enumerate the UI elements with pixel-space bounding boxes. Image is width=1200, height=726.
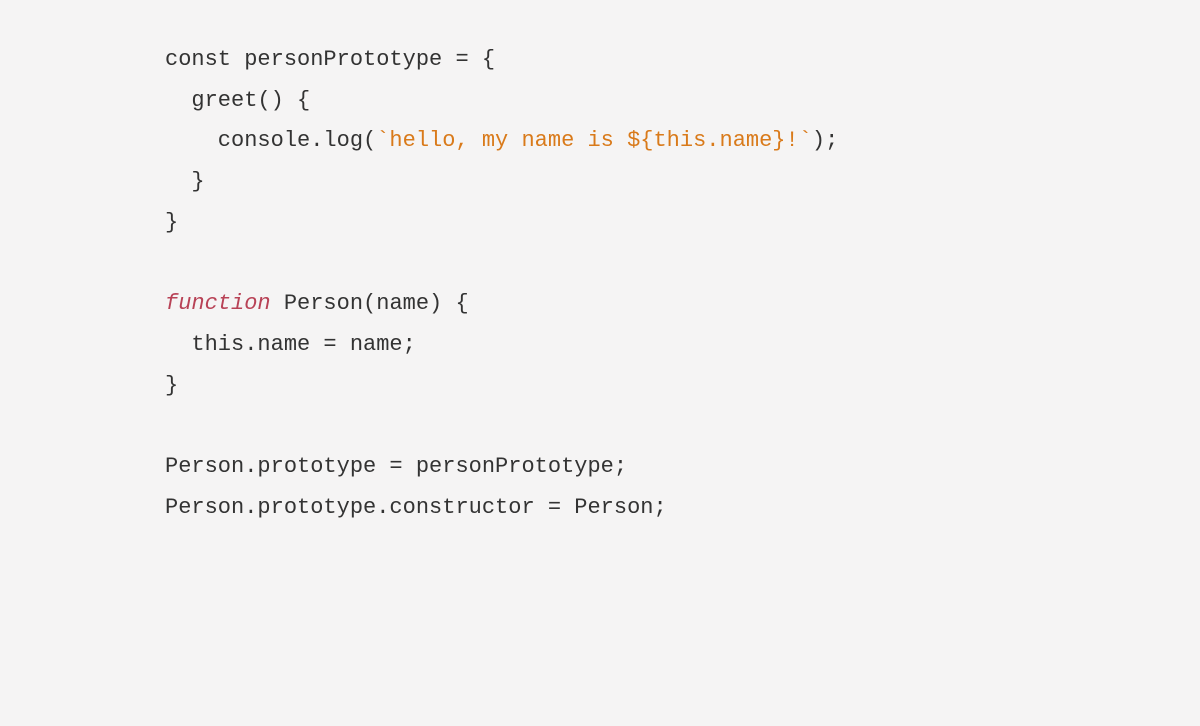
code-text: );: [812, 128, 838, 153]
code-line: }: [165, 366, 1035, 407]
code-line: greet() {: [165, 81, 1035, 122]
code-line: [165, 406, 1035, 447]
code-line: console.log(`hello, my name is ${this.na…: [165, 121, 1035, 162]
code-line: [165, 243, 1035, 284]
code-text: Person(name) {: [271, 291, 469, 316]
code-line: }: [165, 162, 1035, 203]
code-line: Person.prototype.constructor = Person;: [165, 488, 1035, 529]
code-line: const personPrototype = {: [165, 40, 1035, 81]
code-line: Person.prototype = personPrototype;: [165, 447, 1035, 488]
code-line: this.name = name;: [165, 325, 1035, 366]
code-line: function Person(name) {: [165, 284, 1035, 325]
function-keyword: function: [165, 291, 271, 316]
code-text: console.log(: [165, 128, 376, 153]
code-line: }: [165, 203, 1035, 244]
template-string: `hello, my name is ${this.name}!`: [376, 128, 812, 153]
code-block: const personPrototype = { greet() { cons…: [0, 40, 1200, 528]
